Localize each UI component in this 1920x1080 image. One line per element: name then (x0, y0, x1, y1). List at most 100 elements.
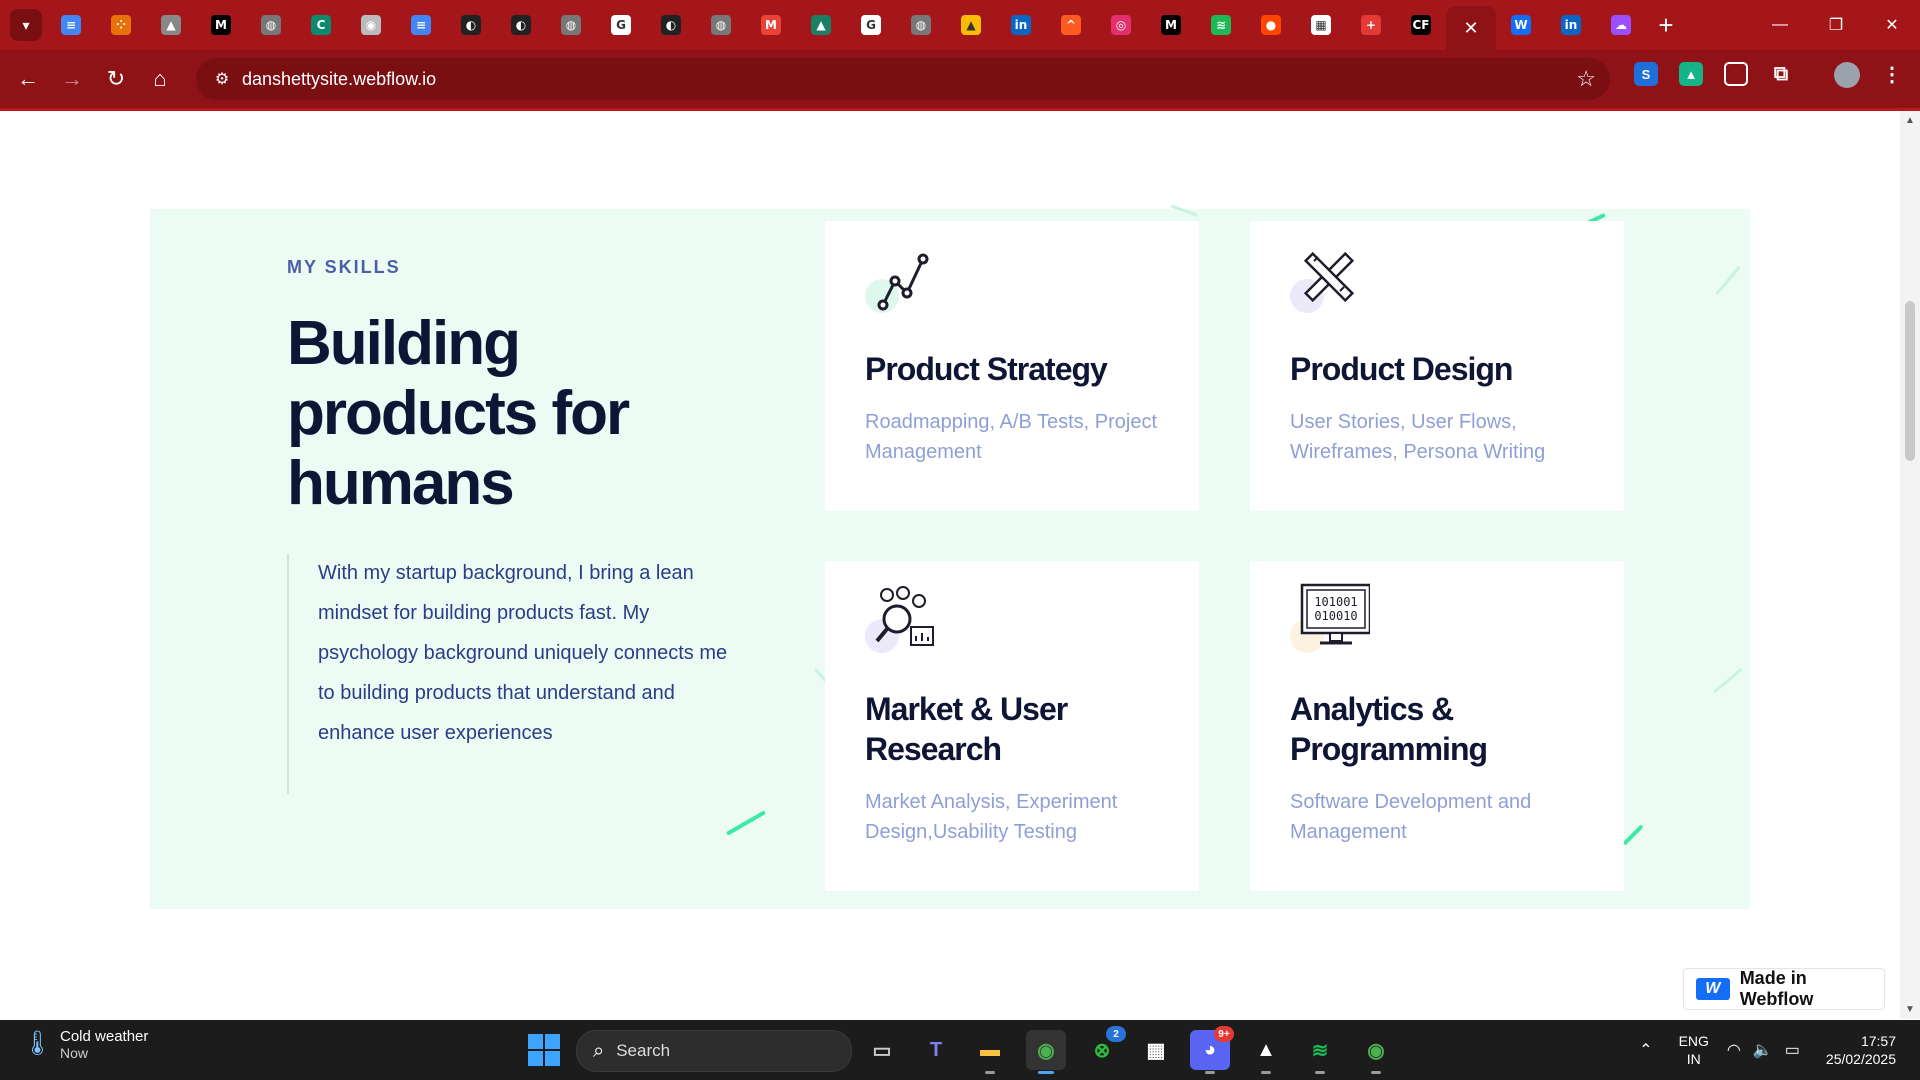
home-button[interactable]: ⌂ (138, 57, 182, 101)
scroll-up-icon[interactable]: ▲ (1905, 115, 1915, 126)
browser-tab[interactable]: ▦ (1296, 0, 1346, 50)
weather-subtitle: Now (60, 1045, 89, 1061)
new-tab-button[interactable]: + (1646, 5, 1686, 45)
webflow-logo-icon: W (1696, 978, 1730, 1000)
card-description: Market Analysis, Experiment Design,Usabi… (865, 791, 1118, 843)
arrow-icon: ^ (1061, 15, 1081, 35)
close-tab-icon[interactable]: ✕ (1463, 18, 1478, 39)
extension-s-icon[interactable]: S (1634, 62, 1658, 86)
browser-tab[interactable]: in (1546, 0, 1596, 50)
tray-chevron-icon[interactable]: ⌃ (1639, 1040, 1652, 1060)
svg-text:010010: 010010 (1314, 609, 1357, 623)
browser-tab[interactable]: + (1346, 0, 1396, 50)
card-title: Analytics & Programming (1290, 691, 1488, 767)
weather-widget[interactable]: 🌡 Cold weather Now (22, 1028, 148, 1061)
browser-tab[interactable]: ☁ (1596, 0, 1646, 50)
browser-tab[interactable]: ▲ (146, 0, 196, 50)
reload-button[interactable]: ↻ (94, 57, 138, 101)
browser-tab[interactable]: ◍ (696, 0, 746, 50)
restore-button[interactable]: ❐ (1808, 0, 1864, 50)
mountain-app-icon[interactable]: ▲ (1246, 1030, 1286, 1074)
browser-tab[interactable]: ⁘ (96, 0, 146, 50)
browser-tab[interactable]: ≡ (396, 0, 446, 50)
forward-button[interactable]: → (50, 57, 94, 101)
made-in-webflow-badge[interactable]: W Made in Webflow (1683, 968, 1885, 1010)
tab-list: ≡ ⁘ ▲ M ◍ C ◉ ≡ ◐ ◐ ◍ G ◐ ◍ M ▲ G ◍ ▲ in ^ ◎ M ≋ ● ▦ + CF ✕ Win ☁ + (46, 0, 1686, 50)
android-icon: ▲ (161, 15, 181, 35)
extension-media-icon[interactable] (1724, 62, 1748, 86)
taskbar-search[interactable]: ⌕ Search (576, 1030, 852, 1072)
browser-tab[interactable]: ^ (1046, 0, 1096, 50)
back-button[interactable]: ← (6, 57, 50, 101)
search-icon: ⌕ (593, 1039, 605, 1062)
extension-mountain-icon[interactable]: ▲ (1679, 62, 1703, 86)
browser-tab[interactable]: G (846, 0, 896, 50)
active-browser-tab[interactable]: ✕ (1446, 6, 1496, 50)
browser-tab[interactable]: ◐ (446, 0, 496, 50)
browser-tab[interactable]: G (596, 0, 646, 50)
profile-avatar[interactable] (1834, 62, 1860, 88)
browser-tab[interactable]: W (1496, 0, 1546, 50)
teams-icon[interactable]: T (916, 1030, 956, 1070)
browser-tab[interactable]: ◎ (1096, 0, 1146, 50)
browser-tab[interactable]: ≋ (1196, 0, 1246, 50)
skill-card-product-strategy: Product Strategy Roadmapping, A/B Tests,… (825, 221, 1199, 511)
browser-tab[interactable]: ◍ (896, 0, 946, 50)
browser-toolbar: ← → ↻ ⌂ ⚙ danshettysite.webflow.io ☆ S ▲… (0, 50, 1920, 108)
store-icon[interactable]: ▦ (1136, 1030, 1176, 1070)
tab-search-button[interactable]: ▾ (10, 9, 42, 41)
browser-tab[interactable]: ≡ (46, 0, 96, 50)
thermometer-icon: 🌡 (22, 1029, 53, 1057)
decor-streak (1715, 265, 1741, 296)
sheets-icon: ▦ (1311, 15, 1331, 35)
close-window-button[interactable]: ✕ (1864, 0, 1920, 50)
browser-tab[interactable]: ▲ (946, 0, 996, 50)
menu-kebab-icon[interactable]: ⋮ (1880, 62, 1904, 86)
address-bar[interactable]: ⚙ danshettysite.webflow.io ☆ (196, 58, 1610, 100)
discord-icon[interactable]: ◕ 9+ (1190, 1026, 1234, 1074)
scrollbar-thumb[interactable] (1905, 301, 1915, 461)
site-info-icon[interactable]: ⚙ (202, 69, 242, 89)
volume-icon[interactable]: 🔈 (1753, 1040, 1773, 1060)
browser-tab[interactable]: ◐ (496, 0, 546, 50)
discord-badge: 9+ (1214, 1026, 1234, 1042)
extensions-puzzle-icon[interactable]: ⧉ (1769, 62, 1793, 86)
medium-icon: M (211, 15, 231, 35)
browser-tab[interactable]: M (1146, 0, 1196, 50)
browser-tab[interactable]: M (746, 0, 796, 50)
clock[interactable]: 17:57 25/02/2025 (1826, 1032, 1896, 1068)
minimize-button[interactable]: — (1752, 0, 1808, 50)
bookmark-star-icon[interactable]: ☆ (1576, 66, 1596, 92)
clock-time: 17:57 (1860, 1033, 1896, 1049)
browser-tab[interactable]: in (996, 0, 1046, 50)
browser-tab[interactable]: C (296, 0, 346, 50)
browser-tab[interactable]: CF (1396, 0, 1446, 50)
scroll-down-icon[interactable]: ▼ (1905, 1004, 1915, 1015)
xbox-icon[interactable]: ⊗ 2 (1082, 1026, 1126, 1070)
mountain-icon: ▲ (811, 15, 831, 35)
browser-tab[interactable]: ▲ (796, 0, 846, 50)
battery-icon[interactable]: ▭ (1785, 1040, 1800, 1060)
browser-tab[interactable]: ◍ (246, 0, 296, 50)
task-view-icon[interactable]: ▭ (862, 1030, 902, 1070)
browser-tab[interactable]: ● (1246, 0, 1296, 50)
start-button[interactable] (528, 1034, 560, 1066)
chrome-profile-taskbar-icon[interactable]: ◉ (1356, 1030, 1396, 1074)
browser-tab[interactable]: ◉ (346, 0, 396, 50)
spotify-icon: ≋ (1211, 15, 1231, 35)
github-icon: ◐ (661, 15, 681, 35)
binary-monitor-icon: 101001 010010 (1290, 581, 1370, 653)
browser-tab[interactable]: ◐ (646, 0, 696, 50)
chrome-taskbar-icon[interactable]: ◉ (1026, 1030, 1066, 1074)
badge-label: Made in Webflow (1739, 968, 1814, 1009)
wifi-icon[interactable]: ◠ (1727, 1040, 1741, 1060)
language-indicator[interactable]: ENG IN (1679, 1032, 1709, 1068)
browser-tab[interactable]: ◍ (546, 0, 596, 50)
page-scrollbar[interactable]: ▲ ▼ (1900, 111, 1920, 1019)
browser-tab[interactable]: M (196, 0, 246, 50)
spotify-taskbar-icon[interactable]: ≋ (1300, 1030, 1340, 1074)
windows-taskbar: 🌡 Cold weather Now ⌕ Search ▭ T ▬ ◉ ⊗ 2 ▦… (0, 1020, 1920, 1080)
medium-icon: M (1161, 15, 1181, 35)
file-explorer-icon[interactable]: ▬ (970, 1030, 1010, 1074)
svg-text:101001: 101001 (1314, 595, 1357, 609)
